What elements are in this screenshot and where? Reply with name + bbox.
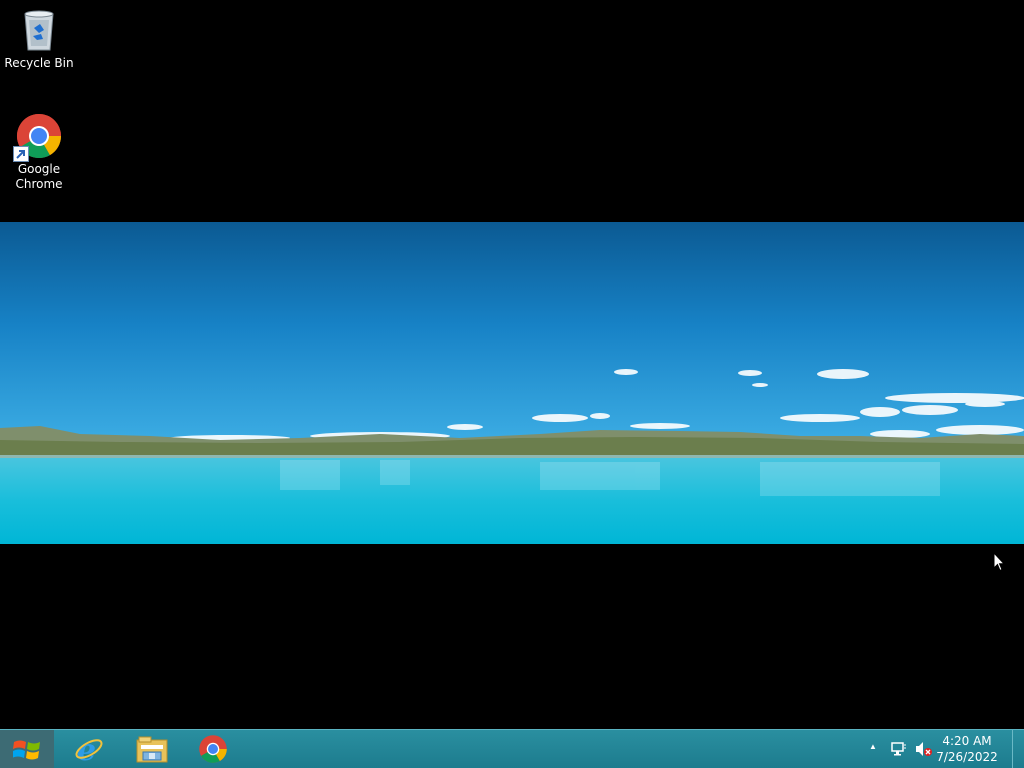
clock[interactable]: 4:20 AM 7/26/2022 [932,733,1002,765]
chrome-icon [199,735,227,763]
shortcut-arrow-icon [13,146,29,162]
chrome-icon [13,112,63,162]
clock-time: 4:20 AM [942,734,992,748]
google-chrome-label: Google Chrome [15,162,63,191]
volume-muted-icon[interactable] [915,741,933,762]
desktop: Recycle Bin Google Chrome [0,0,1024,729]
mouse-cursor-icon [993,551,1006,577]
internet-explorer-icon: e [75,734,103,764]
desktop-icon-google-chrome[interactable]: Google Chrome [1,112,77,192]
taskbar-google-chrome[interactable] [184,730,242,768]
file-explorer-icon [136,736,168,763]
recycle-bin-label: Recycle Bin [4,56,74,70]
taskbar: e ▲ 4:20 AM 7/26/2022 [0,729,1024,768]
show-desktop-button[interactable] [1012,730,1024,768]
taskbar-internet-explorer[interactable]: e [60,730,118,768]
show-hidden-icons-button[interactable]: ▲ [869,742,877,751]
taskbar-file-explorer[interactable] [122,730,180,768]
clock-date: 7/26/2022 [936,750,998,764]
start-button[interactable] [0,730,54,768]
desktop-icon-recycle-bin[interactable]: Recycle Bin [1,6,77,71]
windows-logo-icon [13,740,40,760]
recycle-bin-icon [15,6,63,54]
network-icon[interactable] [891,741,907,762]
wallpaper-image [0,222,1024,544]
